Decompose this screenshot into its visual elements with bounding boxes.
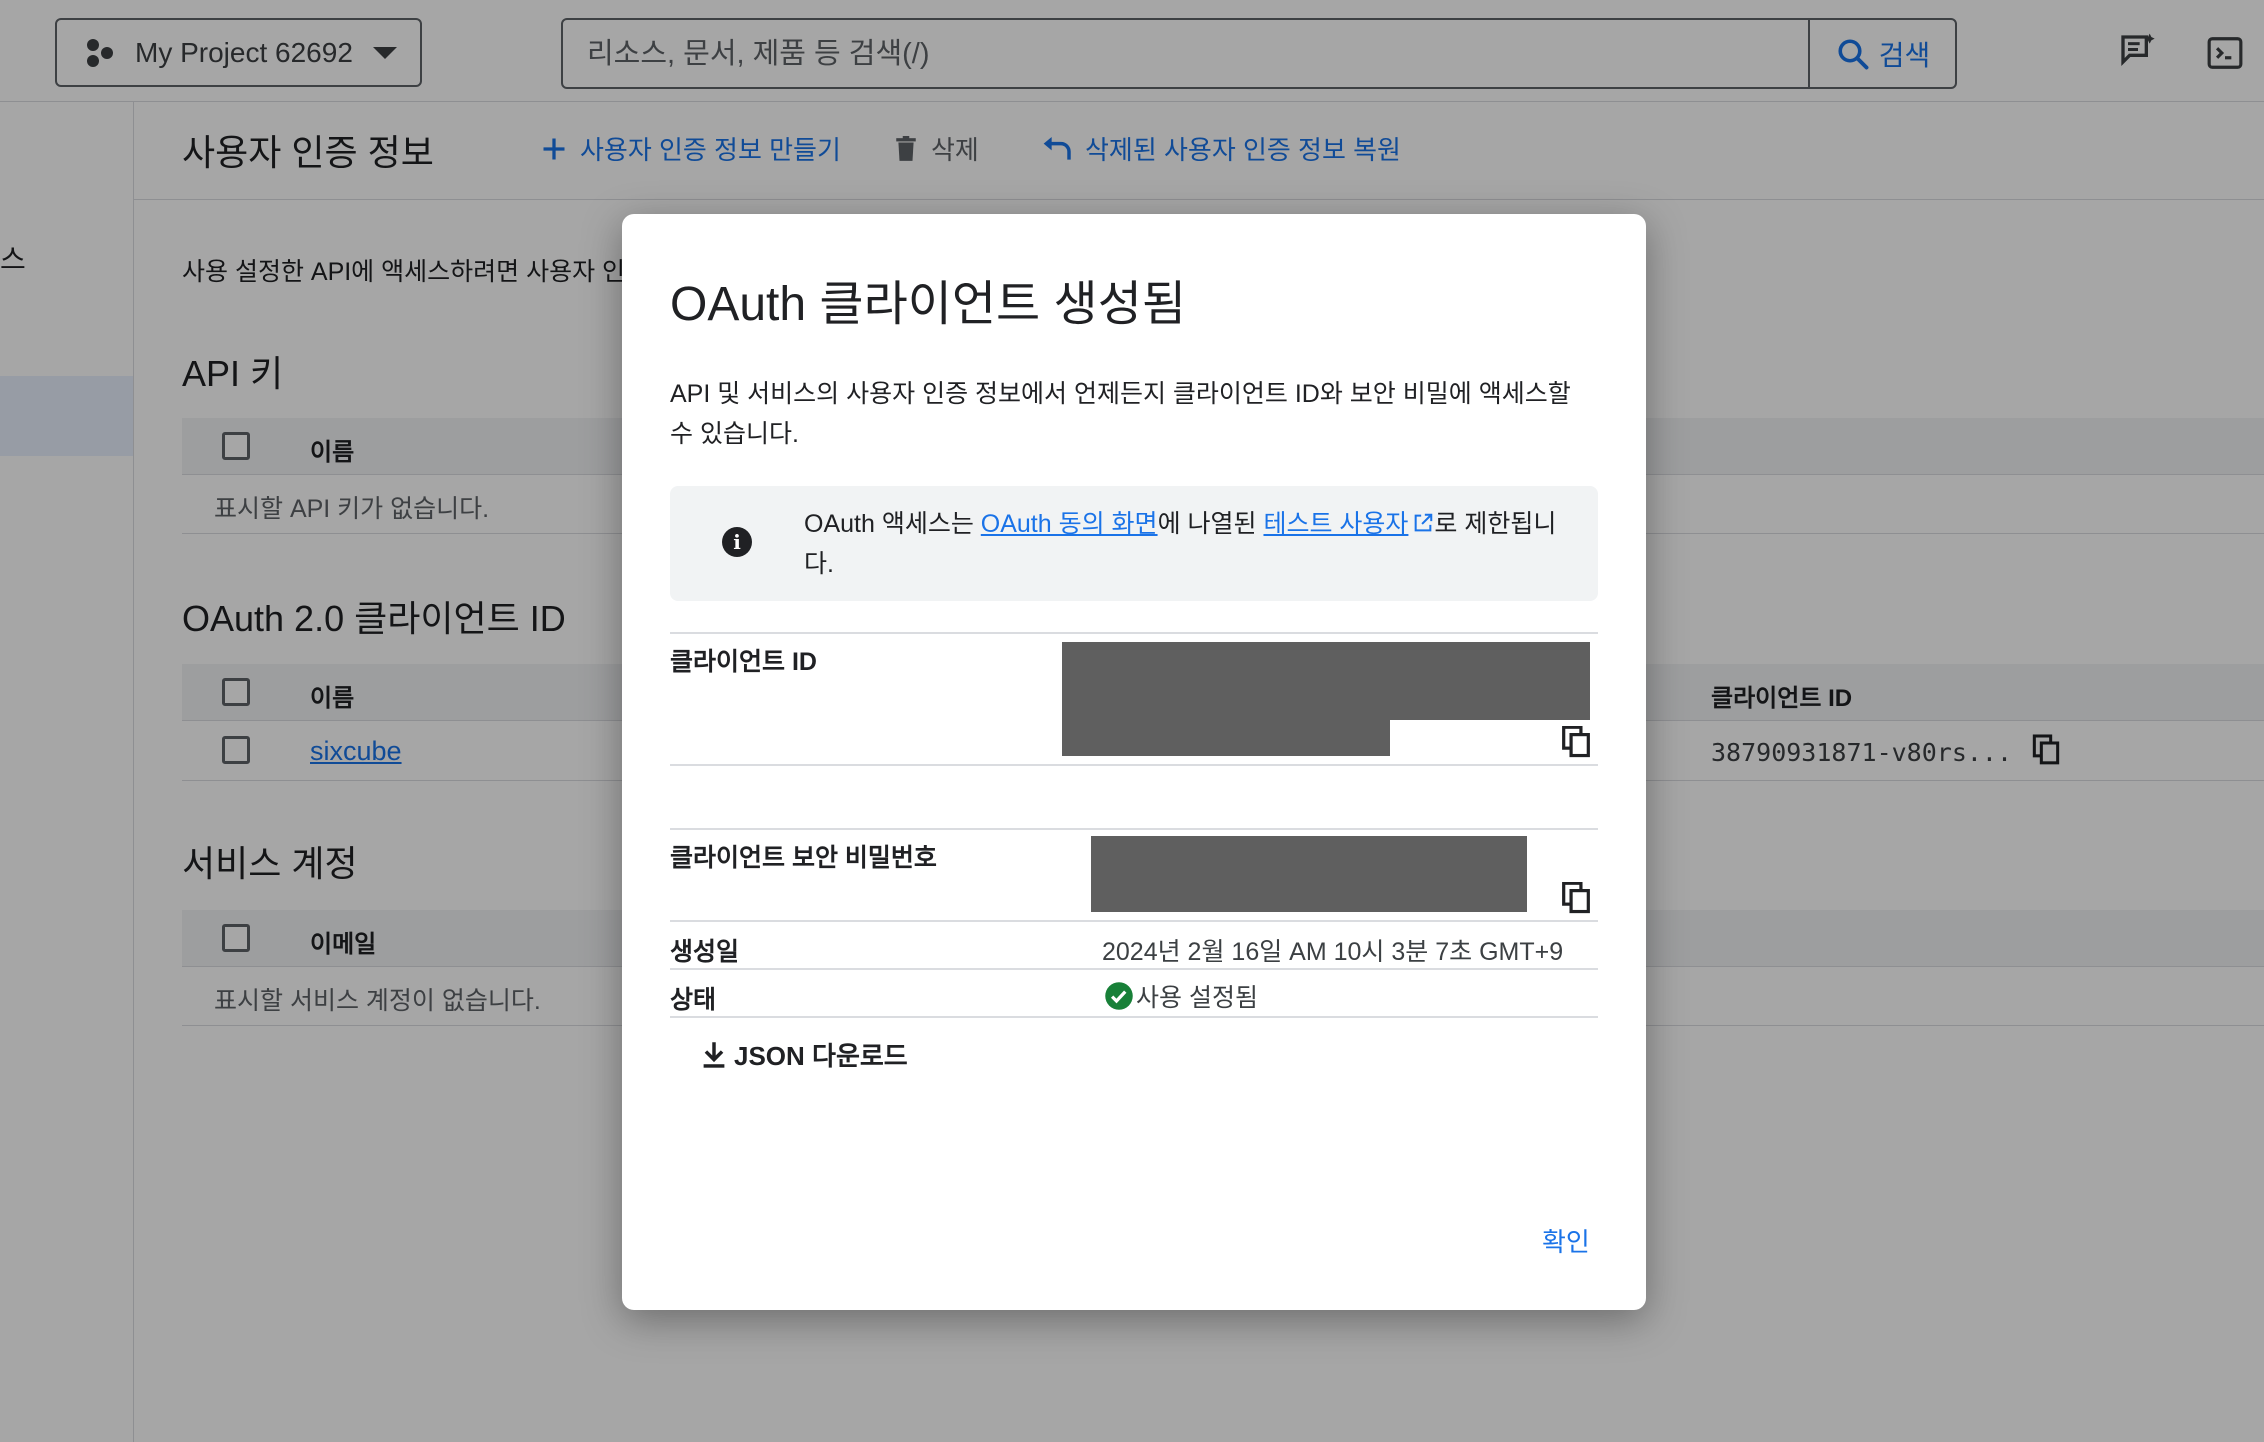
divider bbox=[670, 632, 1598, 634]
client-id-label: 클라이언트 ID bbox=[670, 648, 817, 676]
info-text-prefix: OAuth 액세스는 bbox=[804, 510, 981, 538]
info-banner: i OAuth 액세스는 OAuth 동의 화면에 나열된 테스트 사용자 로 제… bbox=[670, 486, 1598, 601]
client-id-redacted bbox=[1062, 642, 1590, 720]
created-label: 생성일 bbox=[670, 938, 740, 966]
oauth-client-created-dialog: OAuth 클라이언트 생성됨 API 및 서비스의 사용자 인증 정보에서 언… bbox=[622, 214, 1646, 1310]
status-label: 상태 bbox=[670, 986, 717, 1014]
test-users-link[interactable]: 테스트 사용자 bbox=[1263, 510, 1408, 538]
client-secret-label: 클라이언트 보안 비밀번호 bbox=[670, 844, 937, 872]
dialog-description: API 및 서비스의 사용자 인증 정보에서 언제든지 클라이언트 ID와 보안… bbox=[670, 380, 1571, 448]
client-id-redacted bbox=[1062, 718, 1390, 756]
info-text-middle: 에 나열된 bbox=[1157, 510, 1264, 538]
divider bbox=[670, 920, 1598, 922]
info-text: OAuth 액세스는 OAuth 동의 화면에 나열된 테스트 사용자 로 제한됩… bbox=[804, 504, 1564, 584]
status-text: 사용 설정됨 bbox=[1136, 984, 1258, 1012]
created-value: 2024년 2월 16일 AM 10시 3분 7초 GMT+9 bbox=[1102, 938, 1564, 966]
external-link-icon[interactable] bbox=[1412, 512, 1434, 534]
json-download-button[interactable]: JSON 다운로드 bbox=[700, 1036, 908, 1073]
divider bbox=[670, 828, 1598, 830]
client-secret-redacted bbox=[1091, 836, 1527, 912]
check-circle-icon bbox=[1105, 982, 1133, 1010]
dialog-title: OAuth 클라이언트 생성됨 bbox=[670, 278, 1187, 331]
divider bbox=[670, 1016, 1598, 1018]
copy-client-secret-icon[interactable] bbox=[1561, 882, 1591, 914]
divider bbox=[670, 968, 1598, 970]
status-value: 사용 설정됨 bbox=[1104, 978, 1258, 1014]
copy-client-id-icon[interactable] bbox=[1561, 726, 1591, 758]
info-icon: i bbox=[722, 527, 752, 557]
json-download-label: JSON 다운로드 bbox=[734, 1041, 908, 1071]
divider bbox=[670, 764, 1598, 766]
consent-screen-link[interactable]: OAuth 동의 화면 bbox=[981, 510, 1158, 538]
ok-button[interactable]: 확인 bbox=[1542, 1222, 1590, 1259]
download-icon bbox=[703, 1041, 725, 1068]
